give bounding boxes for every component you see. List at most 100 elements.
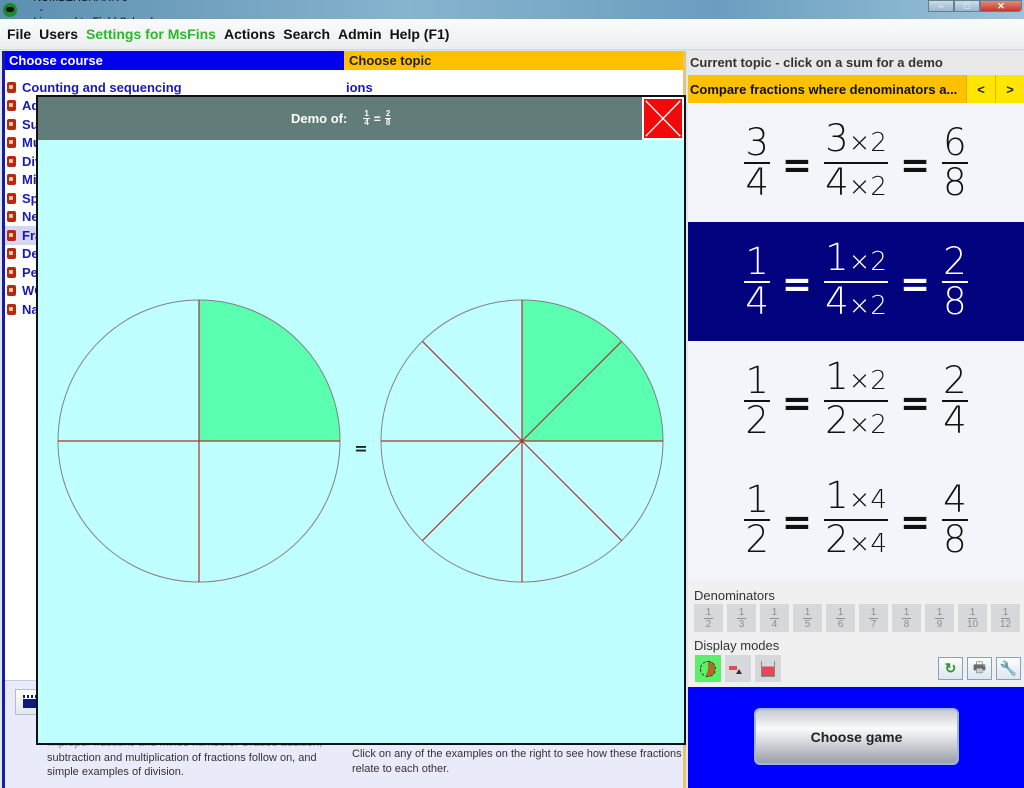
denominator: 10 bbox=[966, 618, 979, 630]
refresh-icon: ↻ bbox=[944, 660, 957, 676]
numerator-value: 3 bbox=[745, 120, 769, 164]
course-item-label: Counting and sequencing bbox=[22, 79, 182, 95]
demo-title: Demo of: 1 4 = 2 8 bbox=[291, 110, 393, 127]
numerator: 1×4 bbox=[824, 473, 888, 521]
maximize-icon: □ bbox=[964, 1, 970, 11]
menu-help[interactable]: Help (F1) bbox=[390, 26, 450, 42]
denominator-button[interactable]: 12 bbox=[694, 604, 723, 632]
numerator: 1×2 bbox=[824, 238, 888, 283]
denominator-button[interactable]: 19 bbox=[925, 604, 954, 632]
demo-fraction-right: 2 8 bbox=[384, 110, 392, 127]
numerator: 1 bbox=[934, 606, 945, 619]
denominator-value: 4 bbox=[745, 160, 769, 204]
course-book-icon bbox=[7, 192, 16, 204]
denominator: 7 bbox=[870, 618, 877, 630]
course-book-icon bbox=[7, 174, 16, 186]
denominator-value: 2 bbox=[825, 517, 849, 561]
numerator-value: 1 bbox=[825, 473, 849, 517]
maximize-button[interactable]: □ bbox=[954, 0, 980, 12]
tool-buttons: ↻ 🖶 🔧 bbox=[934, 657, 1021, 680]
print-button[interactable]: 🖶 bbox=[967, 657, 992, 680]
denominator-value: 2 bbox=[825, 398, 849, 442]
denominator: 4 bbox=[745, 282, 769, 321]
numerator: 1 bbox=[736, 606, 747, 619]
numerator: 6 bbox=[942, 120, 968, 164]
fraction: 68 bbox=[942, 120, 968, 202]
settings-button[interactable]: 🔧 bbox=[996, 657, 1021, 680]
numerator: 1 bbox=[901, 606, 912, 619]
close-window-button[interactable]: ✕ bbox=[980, 0, 1022, 12]
demo-header: Demo of: 1 4 = 2 8 bbox=[38, 97, 684, 140]
prev-topic-button[interactable]: < bbox=[966, 75, 995, 103]
topic-description: Click on any of the examples on the righ… bbox=[352, 748, 682, 775]
fraction: 34 bbox=[744, 120, 770, 204]
demo-fraction-left: 1 4 bbox=[363, 110, 370, 127]
sum-example[interactable]: 1 4 = 1×2 4×2 = 2 8 bbox=[688, 222, 1024, 341]
topic-item[interactable]: ions bbox=[344, 80, 683, 95]
denominator-button[interactable]: 18 bbox=[892, 604, 921, 632]
demo-dialog: Demo of: 1 4 = 2 8 = bbox=[36, 95, 686, 745]
equals-sign: = bbox=[781, 383, 813, 424]
menu-users[interactable]: Users bbox=[39, 26, 78, 42]
slice-divider bbox=[421, 340, 523, 442]
course-book-icon bbox=[7, 303, 16, 315]
denominator: 3 bbox=[738, 618, 745, 630]
shaded-slice bbox=[199, 300, 340, 441]
denominator: 8 bbox=[943, 517, 967, 561]
equals-sign: = bbox=[373, 111, 381, 126]
multiplier: ×2 bbox=[848, 365, 887, 396]
sums-list: 3 4 = 3×2 4×2 = 6 8 1 4 = 1×2 4×2 = 2 8 1 2 = 1×2 2×2 = 2 4 1 2 = 1… bbox=[688, 103, 1024, 579]
equals-sign: = bbox=[781, 264, 813, 305]
close-icon: ✕ bbox=[997, 0, 1005, 11]
beaker-mode-button[interactable] bbox=[755, 655, 781, 682]
multiplier: ×2 bbox=[848, 171, 887, 202]
menu-settings[interactable]: Settings for MsFins bbox=[86, 26, 216, 42]
minimize-button[interactable]: – bbox=[928, 0, 954, 12]
balance-mode-button[interactable] bbox=[725, 655, 751, 682]
menu-admin[interactable]: Admin bbox=[338, 26, 382, 42]
slice-divider bbox=[521, 440, 623, 542]
equals-sign: = bbox=[899, 264, 931, 305]
denominator-button[interactable]: 1 12 bbox=[991, 604, 1020, 632]
topic-bar: Compare fractions where denominators a..… bbox=[688, 75, 1024, 103]
sum-example[interactable]: 3 4 = 3×2 4×2 = 6 8 bbox=[688, 103, 1024, 222]
pie-mode-button[interactable] bbox=[695, 655, 721, 682]
clapperboard-icon bbox=[23, 695, 37, 708]
menu-search[interactable]: Search bbox=[283, 26, 330, 42]
printer-icon: 🖶 bbox=[972, 658, 987, 675]
next-topic-button[interactable]: > bbox=[995, 75, 1024, 103]
denominator-value: 8 bbox=[943, 517, 967, 561]
denominator: 4×2 bbox=[825, 282, 887, 325]
denominator-button[interactable]: 16 bbox=[826, 604, 855, 632]
denominator-value: 2 bbox=[745, 398, 769, 442]
denominator: 6 bbox=[837, 618, 844, 630]
course-book-icon bbox=[7, 100, 16, 112]
numerator: 1 bbox=[744, 480, 770, 521]
denominator-button[interactable]: 14 bbox=[760, 604, 789, 632]
sum-example[interactable]: 1 2 = 1×2 2×2 = 2 4 bbox=[688, 341, 1024, 460]
denominator: 2×4 bbox=[825, 517, 887, 563]
menu-file[interactable]: File bbox=[7, 26, 31, 42]
denominator: 9 bbox=[936, 618, 943, 630]
sum-example[interactable]: 1 2 = 1×4 2×4 = 4 8 bbox=[688, 460, 1024, 579]
denominator-button[interactable]: 1 10 bbox=[958, 604, 987, 632]
course-book-icon bbox=[7, 266, 16, 278]
denominator: 12 bbox=[999, 618, 1012, 630]
choose-game-button[interactable]: Choose game bbox=[754, 708, 959, 765]
numerator: 2 bbox=[942, 361, 968, 402]
denominator-button[interactable]: 13 bbox=[727, 604, 756, 632]
course-description-text: subtraction and multiplication of fracti… bbox=[47, 751, 317, 779]
denominator-button[interactable]: 17 bbox=[859, 604, 888, 632]
close-x-icon bbox=[645, 100, 681, 137]
numerator: 1 bbox=[744, 361, 770, 402]
refresh-button[interactable]: ↻ bbox=[938, 657, 963, 680]
beaker-icon bbox=[761, 660, 775, 677]
demo-close-button[interactable] bbox=[642, 97, 684, 140]
numerator: 4 bbox=[942, 480, 968, 521]
course-item[interactable]: Counting and sequencing bbox=[5, 78, 344, 97]
denominator-button[interactable]: 15 bbox=[793, 604, 822, 632]
numerator-value: 6 bbox=[943, 120, 967, 164]
demo-title-label: Demo of: bbox=[291, 111, 348, 126]
display-modes-label: Display modes bbox=[694, 638, 780, 653]
menu-actions[interactable]: Actions bbox=[224, 26, 275, 42]
